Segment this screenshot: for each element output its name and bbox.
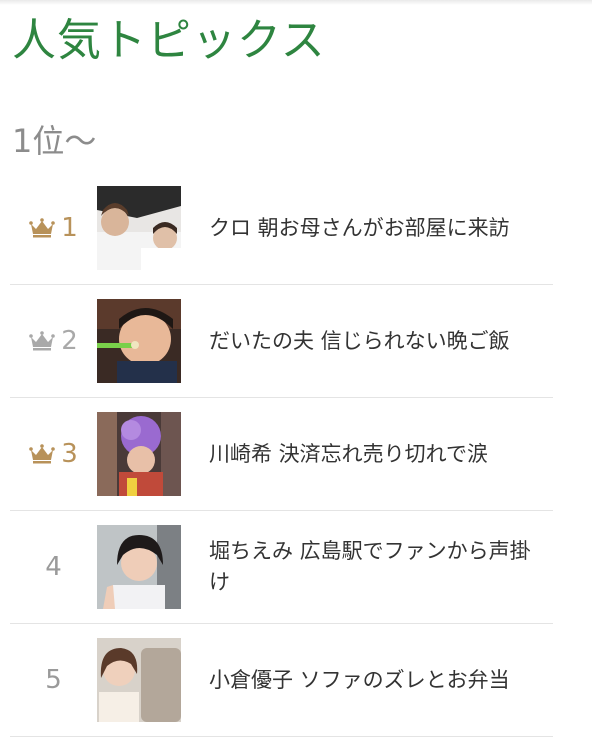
gold-crown-icon [29,218,56,238]
silver-crown-icon [29,331,56,351]
topic-thumbnail[interactable] [97,525,181,609]
section-subtitle: 1位〜 [12,122,97,160]
rank-number: 4 [45,552,62,582]
topic-item[interactable]: 1 クロ 朝お母さんがお部屋に来訪 [10,172,553,285]
topic-headline: 堀ちえみ 広島駅でファンから声掛け [209,539,531,594]
topic-headline: だいたの夫 信じられない晩ご飯 [209,328,510,353]
topic-headline: 川崎希 決済忘れ売り切れで涙 [209,441,489,466]
rank-cell: 2 [10,326,97,356]
rank-cell: 4 [10,552,97,582]
rank-cell: 3 [10,439,97,469]
rank-cell: 5 [10,665,97,695]
page-title: 人気トピックス [12,15,326,66]
topic-list: 1 クロ 朝お母さんがお部屋に来訪 2 だいたの夫 信じられない晩ご飯 3 川崎… [10,172,553,737]
topic-thumbnail[interactable] [97,186,181,270]
topic-headline: 小倉優子 ソファのズレとお弁当 [209,667,510,692]
rank-number: 3 [61,439,78,469]
topic-item[interactable]: 5 小倉優子 ソファのズレとお弁当 [10,624,553,737]
topic-item[interactable]: 4 堀ちえみ 広島駅でファンから声掛け [10,511,553,624]
rank-number: 2 [61,326,78,356]
top-shadow-bar [0,0,592,5]
topic-thumbnail[interactable] [97,299,181,383]
topic-item[interactable]: 3 川崎希 決済忘れ売り切れで涙 [10,398,553,511]
rank-cell: 1 [10,213,97,243]
topic-thumbnail[interactable] [97,412,181,496]
rank-number: 1 [61,213,78,243]
topic-headline: クロ 朝お母さんがお部屋に来訪 [209,215,510,240]
topic-item[interactable]: 2 だいたの夫 信じられない晩ご飯 [10,285,553,398]
topic-thumbnail[interactable] [97,638,181,722]
rank-number: 5 [45,665,62,695]
bronze-crown-icon [29,444,56,464]
